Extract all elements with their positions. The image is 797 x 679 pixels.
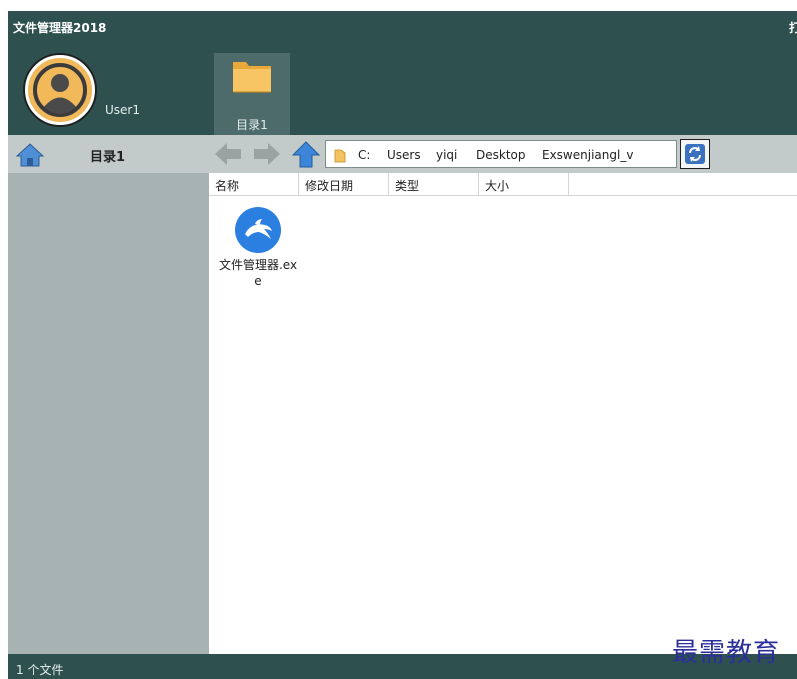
title-right-text[interactable]: 打 bbox=[789, 19, 797, 36]
app-window: 文件管理器2018 打 User1 目录1 目录1 C: Users yiqi … bbox=[8, 11, 797, 679]
navigation-bar: 目录1 C: Users yiqi Desktop Exswenjiangl_v bbox=[8, 135, 797, 173]
column-header-row: 名称 修改日期 类型 大小 bbox=[209, 173, 797, 196]
file-name: 文件管理器.exe bbox=[218, 258, 298, 288]
refresh-button[interactable] bbox=[680, 139, 710, 169]
breadcrumb-desktop[interactable]: Desktop bbox=[476, 148, 526, 162]
dolphin-app-icon bbox=[235, 207, 281, 253]
breadcrumb-folder[interactable]: Exswenjiangl_v bbox=[542, 148, 633, 162]
folder-icon bbox=[232, 57, 272, 97]
user-avatar-icon[interactable] bbox=[25, 55, 95, 125]
status-text: 1 个文件 bbox=[16, 663, 64, 677]
current-directory-title: 目录1 bbox=[90, 150, 126, 165]
home-icon[interactable] bbox=[15, 143, 45, 171]
back-arrow-icon[interactable] bbox=[214, 142, 242, 170]
title-bar: 文件管理器2018 打 bbox=[8, 11, 797, 41]
column-name[interactable]: 名称 bbox=[209, 173, 299, 195]
file-list-pane: 名称 修改日期 类型 大小 文件管理器.exe bbox=[209, 173, 797, 654]
app-title: 文件管理器2018 bbox=[13, 21, 107, 35]
address-bar[interactable]: C: Users yiqi Desktop Exswenjiangl_v bbox=[325, 140, 677, 168]
folder-icon bbox=[334, 148, 346, 167]
breadcrumb-c-drive[interactable]: C: bbox=[358, 148, 370, 162]
forward-arrow-icon[interactable] bbox=[253, 142, 281, 170]
watermark-text: 最需教育 bbox=[672, 638, 781, 668]
user-name: User1 bbox=[105, 103, 140, 117]
column-type[interactable]: 类型 bbox=[389, 173, 479, 195]
column-size[interactable]: 大小 bbox=[479, 173, 569, 195]
breadcrumb-users[interactable]: Users bbox=[387, 148, 421, 162]
refresh-icon bbox=[685, 144, 705, 164]
column-modified-date[interactable]: 修改日期 bbox=[299, 173, 389, 195]
sidebar bbox=[8, 173, 209, 654]
up-arrow-icon[interactable] bbox=[291, 141, 321, 172]
tab-label: 目录1 bbox=[236, 118, 268, 132]
tab-directory-1[interactable]: 目录1 bbox=[214, 53, 290, 135]
breadcrumb-yiqi[interactable]: yiqi bbox=[436, 148, 457, 162]
